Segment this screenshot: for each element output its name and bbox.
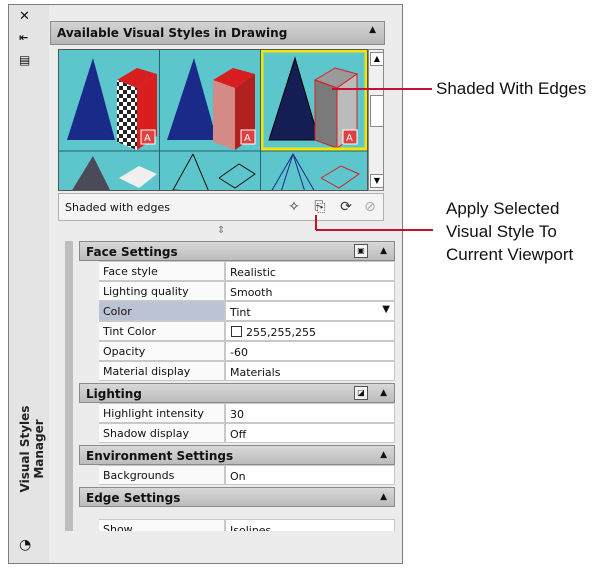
gallery-scrollbar[interactable]: ▲ ▼: [368, 49, 384, 191]
prop-row-selected[interactable]: Color Tint ▼: [79, 301, 395, 321]
apply-to-viewport-icon[interactable]: ⎘: [311, 198, 329, 216]
callout-line-shaded: [332, 88, 432, 90]
callout-apply-line2: Visual Style To: [446, 222, 557, 241]
export-to-palette-icon[interactable]: ⟳: [337, 198, 355, 216]
collapse-arrow-icon[interactable]: ▲: [380, 450, 387, 460]
scroll-thumb[interactable]: [370, 95, 384, 127]
color-dropdown[interactable]: Tint: [225, 301, 395, 321]
visual-style-gallery: A A A: [58, 49, 368, 191]
collapse-arrow-icon[interactable]: ▲: [380, 492, 387, 502]
prop-row[interactable]: Highlight intensity 30: [79, 403, 395, 423]
svg-text:A: A: [144, 133, 151, 144]
prop-row[interactable]: Lighting quality Smooth: [79, 281, 395, 301]
gallery-title: Available Visual Styles in Drawing: [57, 26, 288, 40]
prop-row[interactable]: Opacity -60: [79, 341, 395, 361]
gallery-header[interactable]: Available Visual Styles in Drawing ▲: [50, 21, 385, 45]
autohide-icon[interactable]: ⇤: [19, 31, 28, 44]
properties-icon[interactable]: ▤: [19, 53, 30, 67]
face-settings-toggle-icon[interactable]: ▣: [354, 244, 368, 258]
prop-row[interactable]: Face style Realistic: [79, 261, 395, 281]
prop-row[interactable]: Tint Color 255,255,255: [79, 321, 395, 341]
palette-title-strip: ✕ ⇤ ▤ Visual Styles Manager ◔: [9, 5, 49, 563]
prop-row[interactable]: Shadow display Off: [79, 423, 395, 443]
collapse-arrow-icon[interactable]: ▲: [369, 25, 376, 35]
svg-text:A: A: [244, 133, 251, 144]
callout-line-apply: [316, 229, 433, 231]
scroll-down-icon[interactable]: ▼: [370, 174, 384, 188]
style-thumb-realistic[interactable]: A: [59, 50, 159, 150]
selected-style-name: Shaded with edges: [65, 201, 170, 214]
style-thumb-hidden[interactable]: [271, 153, 361, 191]
environment-settings-header[interactable]: Environment Settings ▲: [79, 445, 395, 465]
close-icon[interactable]: ✕: [19, 9, 30, 24]
callout-apply-line3: Current Viewport: [446, 245, 574, 264]
callout-shaded-with-edges: Shaded With Edges: [436, 79, 587, 98]
gallery-status-bar: Shaded with edges ✧ ⎘ ⟳ ⊘: [58, 193, 384, 221]
svg-text:A: A: [346, 133, 353, 144]
collapse-arrow-icon[interactable]: ▲: [380, 246, 387, 256]
scroll-up-icon[interactable]: ▲: [370, 52, 384, 66]
properties-gutter: [65, 241, 73, 531]
lighting-toggle-icon[interactable]: ◪: [354, 386, 368, 400]
visual-styles-icon: ◔: [19, 537, 32, 553]
prop-row[interactable]: Show Isolines: [79, 507, 395, 531]
properties-panel: Face Settings ▣ ▲ Face style Realistic Li…: [65, 241, 395, 531]
style-thumb-conceptual[interactable]: A: [160, 50, 260, 150]
face-settings-header[interactable]: Face Settings ▣ ▲: [79, 241, 395, 261]
delete-style-icon[interactable]: ⊘: [361, 198, 379, 216]
prop-row[interactable]: Backgrounds On: [79, 465, 395, 485]
style-thumb-shaded-with-edges[interactable]: A: [260, 50, 368, 151]
prop-row[interactable]: Material display Materials: [79, 361, 395, 381]
lighting-header[interactable]: Lighting ◪ ▲: [79, 383, 395, 403]
collapse-arrow-icon[interactable]: ▲: [380, 388, 387, 398]
callout-line-apply-stem: [315, 215, 317, 230]
color-swatch-icon: [231, 326, 242, 337]
splitter-handle-icon[interactable]: ⇕: [217, 225, 225, 236]
edge-settings-header[interactable]: Edge Settings ▲: [79, 487, 395, 507]
style-thumb-shaded[interactable]: [71, 156, 157, 191]
dropdown-arrow-icon[interactable]: ▼: [382, 304, 390, 315]
create-style-icon[interactable]: ✧: [285, 198, 303, 216]
palette-vertical-title: Visual Styles Manager: [18, 405, 46, 493]
style-thumb-wireframe[interactable]: [172, 153, 256, 191]
callout-apply-line1: Apply Selected: [446, 199, 560, 218]
